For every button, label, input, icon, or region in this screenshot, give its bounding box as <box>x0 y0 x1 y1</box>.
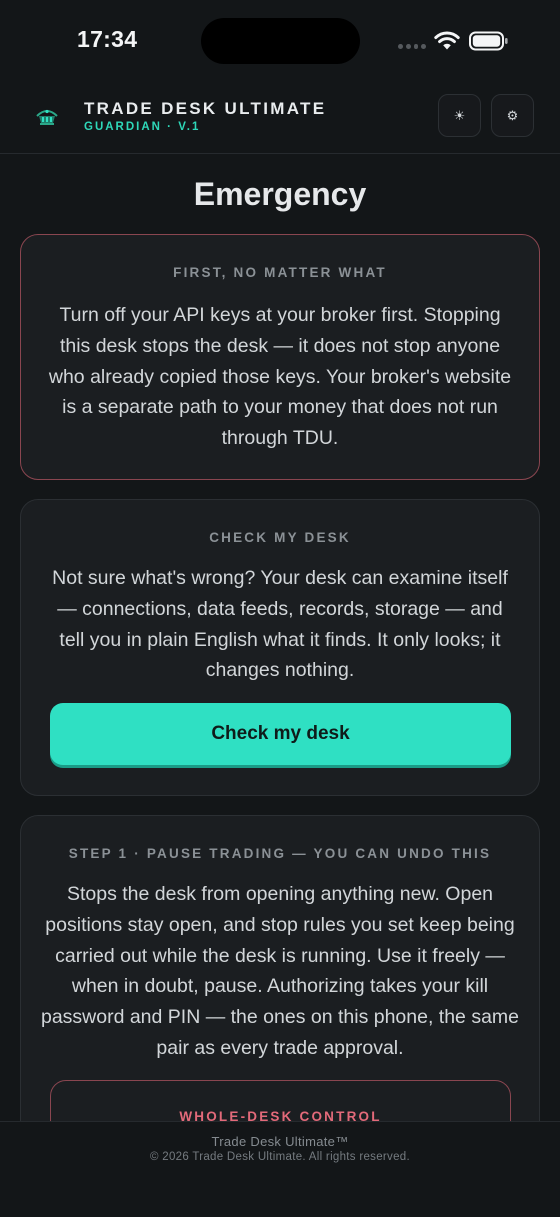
card-label: FIRST, NO MATTER WHAT <box>173 265 387 280</box>
emergency-screen: 17:34 TRADE DESK ULTIMATE GUARDIAN · V.1… <box>0 0 560 1217</box>
guardian-logo-icon <box>36 109 58 125</box>
brand-title: TRADE DESK ULTIMATE <box>84 99 327 118</box>
dynamic-island <box>201 18 360 64</box>
card-body: Not sure what's wrong? Your desk can exa… <box>52 567 508 682</box>
app-header: TRADE DESK ULTIMATE GUARDIAN · V.1 ☀ ⚙ <box>0 84 560 154</box>
card-body: Stops the desk from opening anything new… <box>40 883 520 1059</box>
card-body: Turn off your API keys at your broker fi… <box>48 304 512 450</box>
footer-product-name: Trade Desk Ultimate™ <box>211 1134 349 1149</box>
status-time: 17:34 <box>77 26 138 52</box>
sun-icon: ☀ <box>453 107 466 123</box>
footer: Trade Desk Ultimate™ © 2026 Trade Desk U… <box>0 1121 560 1217</box>
battery-icon <box>469 31 508 51</box>
first-warning-card: FIRST, NO MATTER WHAT Turn off your API … <box>20 234 540 480</box>
card-label: CHECK MY DESK <box>209 530 351 545</box>
brand-subtitle: GUARDIAN · V.1 <box>84 121 201 133</box>
page-title: Emergency <box>193 176 367 212</box>
cellular-signal-icon <box>398 44 426 50</box>
wifi-icon <box>434 31 460 50</box>
settings-button[interactable]: ⚙ <box>491 94 534 137</box>
card-label: STEP 1 · PAUSE TRADING — YOU CAN UNDO TH… <box>68 846 492 861</box>
check-my-desk-button[interactable]: Check my desk <box>50 703 511 765</box>
check-desk-card: CHECK MY DESK Not sure what's wrong? You… <box>20 499 540 796</box>
gear-icon: ⚙ <box>506 107 519 123</box>
status-bar: 17:34 <box>0 0 560 84</box>
footer-copyright: © 2026 Trade Desk Ultimate. All rights r… <box>149 1151 410 1163</box>
theme-toggle-button[interactable]: ☀ <box>438 94 481 137</box>
